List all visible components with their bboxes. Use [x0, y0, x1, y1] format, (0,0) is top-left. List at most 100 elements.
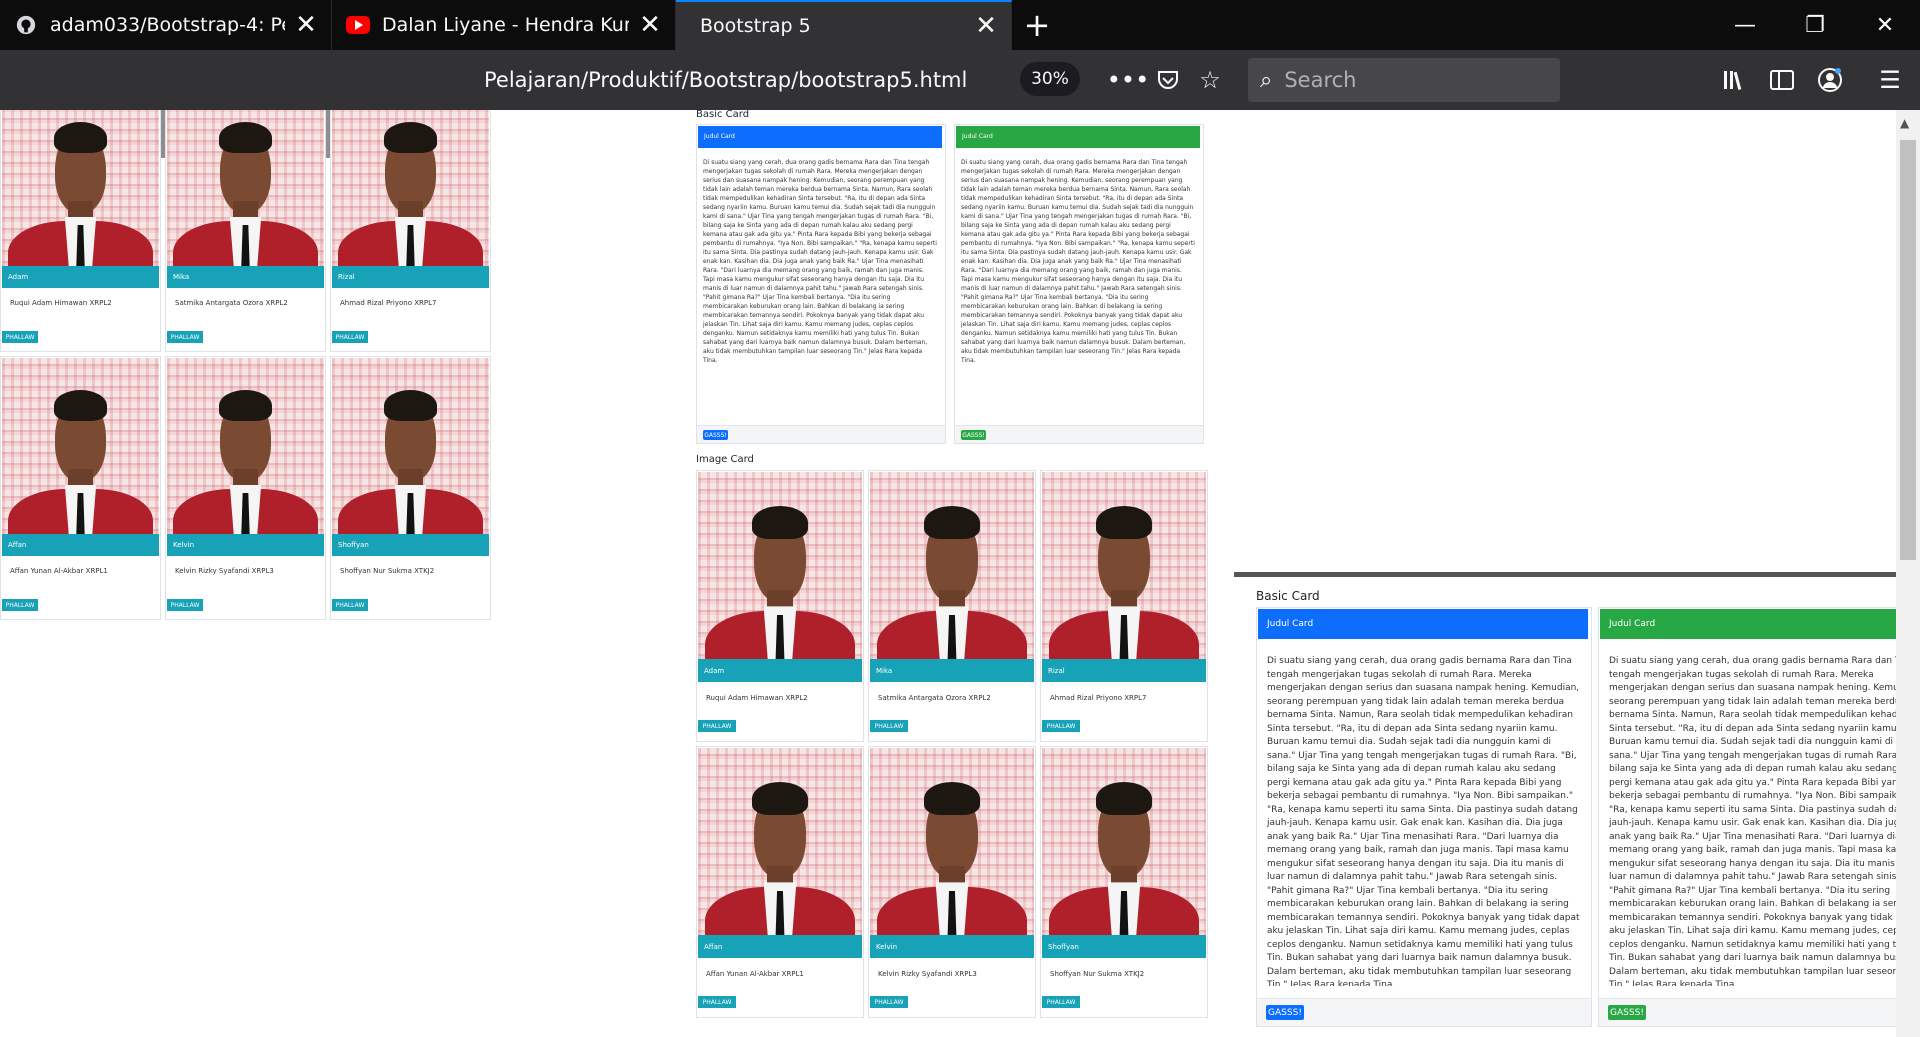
- card-name-overlay: Affan: [698, 935, 862, 958]
- card-name-overlay: Mika: [870, 659, 1034, 682]
- card-header: Judul Card: [1600, 609, 1920, 639]
- phallaw-button[interactable]: PHALLAW: [698, 996, 736, 1008]
- photo-hair: [383, 121, 438, 154]
- card-image: Adam: [698, 472, 862, 682]
- phallaw-button[interactable]: PHALLAW: [2, 331, 38, 343]
- card-image: Affan: [2, 358, 159, 556]
- minimize-icon[interactable]: —: [1710, 0, 1780, 50]
- search-input[interactable]: ⌕ Search: [1248, 58, 1560, 102]
- pocket-icon[interactable]: [1152, 64, 1184, 96]
- menu-hamburger-icon[interactable]: ☰: [1874, 64, 1906, 96]
- basic-card-label: Basic Card: [696, 110, 750, 120]
- new-tab-button[interactable]: +: [1012, 0, 1062, 50]
- tab-title: adam033/Bootstrap-4: Pengum: [50, 14, 285, 36]
- card-caption: Affan Yunan Al-Akbar XRPL1: [10, 567, 108, 575]
- photo-hair: [924, 781, 980, 816]
- phallaw-button[interactable]: PHALLAW: [2, 599, 38, 611]
- card-name-overlay: Kelvin: [870, 935, 1034, 958]
- card-name-overlay: Shoffyan: [332, 534, 489, 556]
- phallaw-button[interactable]: PHALLAW: [870, 996, 908, 1008]
- github-icon: [14, 13, 38, 37]
- phallaw-button[interactable]: PHALLAW: [698, 720, 736, 732]
- card-footer: [697, 425, 945, 443]
- card-caption: Satmika Antargata Ozora XRPL2: [175, 299, 288, 307]
- card-header: Judul Card: [956, 126, 1200, 148]
- photo-hair: [1096, 505, 1152, 540]
- scrollbar-thumb[interactable]: [1900, 140, 1916, 560]
- phallaw-button[interactable]: PHALLAW: [167, 599, 203, 611]
- gasss-button[interactable]: GASSS!: [1608, 1005, 1646, 1020]
- sidebar-icon[interactable]: [1766, 64, 1798, 96]
- tab-bootstrap5[interactable]: Bootstrap 5 ✕: [676, 0, 1012, 50]
- card-caption: Ahmad Rizal Priyono XRPL7: [340, 299, 437, 307]
- bookmark-star-icon[interactable]: ☆: [1194, 64, 1226, 96]
- basic-card-label: Basic Card: [1256, 589, 1320, 603]
- card-name-overlay: Mika: [167, 266, 324, 288]
- close-icon[interactable]: ✕: [973, 11, 999, 41]
- card-footer: [955, 425, 1203, 443]
- gasss-button[interactable]: GASSS!: [703, 430, 728, 440]
- card-caption: Shoffyan Nur Sukma XTKJ2: [1050, 970, 1145, 978]
- tab-github[interactable]: adam033/Bootstrap-4: Pengum ✕: [0, 0, 332, 50]
- card-image: Rizal: [1042, 472, 1206, 682]
- left-image-card-panel: Image CardAdamRuqui Adam Himawan XRPL2PH…: [0, 110, 491, 722]
- phallaw-button[interactable]: PHALLAW: [870, 720, 908, 732]
- photo-hair: [53, 389, 108, 422]
- card-image: Affan: [698, 748, 862, 958]
- card-caption: Ruqui Adam Himawan XRPL2: [10, 299, 112, 307]
- card-caption: Kelvin Rizky Syafandi XRPL3: [878, 970, 977, 978]
- image-card-label: Image Card: [696, 454, 754, 465]
- photo-hair: [218, 389, 273, 422]
- card-caption: Ahmad Rizal Priyono XRPL7: [1050, 694, 1147, 702]
- right-basic-card-panel: Basic Card Judul Card Di suatu siang yang …: [1234, 572, 1920, 1037]
- search-placeholder: Search: [1284, 68, 1357, 92]
- tab-youtube[interactable]: Dalan Liyane - Hendra Kumbara ✕: [332, 0, 676, 50]
- close-icon[interactable]: ✕: [293, 10, 319, 40]
- photo-hair: [752, 781, 808, 816]
- card-name-overlay: Rizal: [332, 266, 489, 288]
- window-close-icon[interactable]: ✕: [1850, 0, 1920, 50]
- card-image: Rizal: [332, 110, 489, 288]
- card-image: Kelvin: [167, 358, 324, 556]
- card-image: Mika: [167, 110, 324, 288]
- photo-hair: [383, 389, 438, 422]
- card-footer: [1257, 998, 1591, 1026]
- phallaw-button[interactable]: PHALLAW: [167, 331, 203, 343]
- more-actions-icon[interactable]: •••: [1107, 64, 1149, 96]
- page-scrollbar[interactable]: ▲: [1896, 110, 1920, 1037]
- card-caption: Satmika Antargata Ozora XRPL2: [878, 694, 991, 702]
- phallaw-button[interactable]: PHALLAW: [332, 599, 368, 611]
- close-icon[interactable]: ✕: [637, 10, 663, 40]
- web-page: Basic Card Judul Card Di suatu siang yang …: [0, 110, 1920, 1037]
- card-name-overlay: Rizal: [1042, 659, 1206, 682]
- gasss-button[interactable]: GASSS!: [961, 430, 986, 440]
- phallaw-button[interactable]: PHALLAW: [1042, 996, 1080, 1008]
- youtube-icon: [346, 13, 370, 37]
- card-text: Di suatu siang yang cerah, dua orang gad…: [1267, 656, 1580, 986]
- scroll-up-icon[interactable]: ▲: [1900, 116, 1909, 130]
- card-image: Shoffyan: [332, 358, 489, 556]
- card-caption: Affan Yunan Al-Akbar XRPL1: [706, 970, 804, 978]
- photo-hair: [218, 121, 273, 154]
- card-image: Shoffyan: [1042, 748, 1206, 958]
- restore-icon[interactable]: ❐: [1780, 0, 1850, 50]
- card-caption: Shoffyan Nur Sukma XTKJ2: [340, 567, 435, 575]
- card-header: Judul Card: [1258, 609, 1588, 639]
- phallaw-button[interactable]: PHALLAW: [332, 331, 368, 343]
- card-name-overlay: Kelvin: [167, 534, 324, 556]
- gasss-button[interactable]: GASSS!: [1266, 1005, 1304, 1020]
- library-icon[interactable]: [1718, 64, 1750, 96]
- card-image: Kelvin: [870, 748, 1034, 958]
- card-name-overlay: Affan: [2, 534, 159, 556]
- phallaw-button[interactable]: PHALLAW: [1042, 720, 1080, 732]
- account-icon[interactable]: [1814, 64, 1846, 96]
- card-text: Di suatu siang yang cerah, dua orang gad…: [961, 159, 1195, 364]
- tab-title: Bootstrap 5: [700, 15, 811, 37]
- card-name-overlay: Adam: [2, 266, 159, 288]
- card-image: Adam: [2, 110, 159, 288]
- navigation-toolbar: Pelajaran/Produktif/Bootstrap/bootstrap5…: [0, 50, 1920, 110]
- window-controls: — ❐ ✕: [1710, 0, 1920, 50]
- search-icon: ⌕: [1260, 67, 1273, 93]
- middle-panel: Basic Card Judul Card Di suatu siang yang …: [696, 110, 1208, 1037]
- zoom-level-badge[interactable]: 30%: [1020, 62, 1080, 96]
